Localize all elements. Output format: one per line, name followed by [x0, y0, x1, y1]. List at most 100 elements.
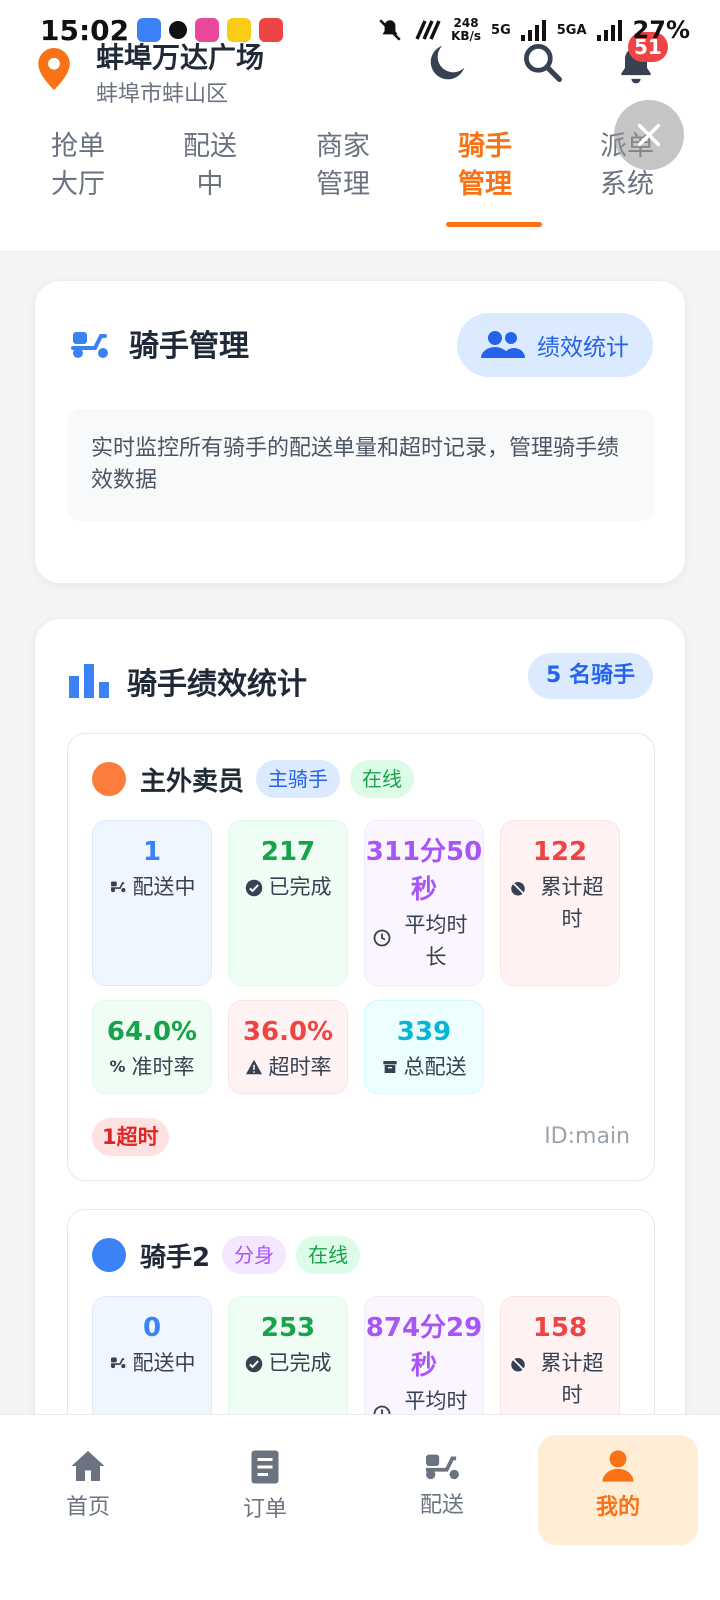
bar-chart-icon [69, 664, 109, 698]
stat-completed: 217 已完成 [228, 820, 348, 986]
description-text: 实时监控所有骑手的配送单量和超时记录，管理骑手绩效数据 [91, 436, 620, 493]
archive-box-icon [382, 1061, 397, 1073]
stat-ontime-rate: 64.0% % 准时率 [92, 1000, 212, 1094]
signal-bars-icon [520, 20, 546, 41]
person-icon [602, 1450, 634, 1482]
receipt-icon [251, 1450, 279, 1484]
check-circle-icon [245, 879, 262, 897]
home-icon [71, 1451, 105, 1481]
card-title: 骑手管理 [129, 329, 249, 364]
warning-icon [245, 1059, 262, 1075]
stat-value: 874分29秒 [365, 1313, 483, 1381]
scooter-icon [426, 1454, 459, 1480]
stat-value: 1 [142, 837, 162, 867]
notification-app-icon [259, 18, 284, 42]
rider-status-tag: 在线 [350, 760, 415, 798]
scooter-icon [110, 881, 125, 893]
tab-label: 骑手 管理 [458, 131, 512, 200]
rider-management-card: 骑手管理 绩效统计 实时监控所有骑手的配送单量和超时记录，管理骑手绩效数据 [34, 280, 686, 584]
tab-label: 配送 中 [183, 131, 237, 200]
stat-label: 累计超时 [540, 1351, 604, 1407]
stat-value: 0 [142, 1313, 162, 1343]
stat-value: 64.0% [106, 1017, 198, 1047]
card-title: 骑手绩效统计 [127, 667, 307, 702]
rider-id: ID:main [544, 1124, 630, 1149]
active-tab-indicator [446, 222, 542, 227]
stat-delivering: 1 配送中 [92, 820, 212, 986]
floating-close-button[interactable] [614, 100, 684, 170]
signal-label: 5GA [556, 22, 587, 38]
location-district: 蚌埠市蚌山区 [96, 82, 229, 107]
status-clock: 15:02 [40, 13, 130, 47]
nav-profile[interactable]: 我的 [538, 1435, 698, 1545]
stat-label: 超时率 [268, 1055, 332, 1079]
nav-delivery[interactable]: 配送 [362, 1435, 522, 1545]
description-box: 实时监控所有骑手的配送单量和超时记录，管理骑手绩效数据 [67, 409, 655, 521]
close-icon [637, 123, 661, 147]
nav-label: 我的 [595, 1495, 640, 1520]
stat-value: 36.0% [242, 1017, 334, 1047]
nav-label: 订单 [242, 1497, 287, 1522]
tab-merchant-management[interactable]: 商家 管理 [293, 128, 393, 204]
rider-count-badge: 5 名骑手 [528, 653, 653, 699]
tab-delivering[interactable]: 配送 中 [160, 128, 260, 204]
stat-value: 253 [260, 1313, 316, 1343]
stat-total-timeouts: 122 累计超时 [500, 820, 620, 986]
tab-label: 抢单 大厅 [51, 131, 105, 200]
users-icon [481, 331, 525, 358]
alarm-off-icon [510, 880, 526, 896]
notification-app-icon [227, 18, 252, 42]
stat-label: 总配送 [403, 1055, 467, 1079]
tab-grab-orders[interactable]: 抢单 大厅 [28, 128, 128, 204]
rider-role-tag: 主骑手 [256, 760, 341, 798]
rider-name: 骑手2 [140, 1242, 211, 1273]
performance-stats-label: 绩效统计 [537, 335, 629, 361]
bottom-navigation: 首页 订单 配送 我的 [0, 1414, 720, 1600]
scooter-icon [110, 1357, 125, 1369]
stat-total-deliveries: 339 总配送 [364, 1000, 484, 1094]
network-speed-value: 248 [453, 16, 479, 30]
stat-label: 已完成 [268, 1351, 332, 1375]
alarm-off-icon [510, 1356, 526, 1372]
stat-value: 339 [396, 1017, 452, 1047]
stat-label: 配送中 [132, 1351, 196, 1375]
rider-role-tag: 分身 [222, 1236, 287, 1274]
notification-app-icon [195, 18, 220, 42]
rider-card[interactable]: 主外卖员 主骑手 在线 1 配送中 217 已完成 311分50秒 平均时长 1… [67, 733, 655, 1181]
tab-label: 商家 管理 [316, 131, 370, 200]
stat-average-time: 311分50秒 平均时长 [364, 820, 484, 986]
stat-label: 平均时长 [404, 913, 468, 969]
battery-percent: 27% [632, 16, 690, 44]
scooter-icon [71, 332, 108, 358]
nav-label: 配送 [419, 1493, 464, 1518]
nav-orders[interactable]: 订单 [185, 1435, 345, 1545]
network-speed-unit: KB/s [451, 29, 482, 43]
current-timeout-tag: 1超时 [92, 1118, 169, 1156]
nav-label: 首页 [65, 1495, 110, 1520]
stat-value: 311分50秒 [365, 837, 483, 905]
notification-app-icon [137, 18, 162, 42]
notification-app-icon [169, 21, 188, 39]
stat-label: 准时率 [131, 1055, 195, 1079]
stat-value: 122 [532, 837, 588, 867]
rider-avatar-dot [92, 1238, 126, 1272]
stat-timeout-rate: 36.0% 超时率 [228, 1000, 348, 1094]
nfc-icon [415, 20, 441, 40]
nav-home[interactable]: 首页 [8, 1435, 168, 1545]
rider-avatar-dot [92, 762, 126, 796]
status-bar: 15:02 248 KB/s 5G 5GA 27% [0, 0, 720, 60]
percent-icon: % [109, 1057, 126, 1076]
mute-bell-icon [379, 19, 401, 41]
network-speed: 248 KB/s [451, 17, 481, 43]
stat-label: 已完成 [268, 875, 332, 899]
rider-name: 主外卖员 [140, 766, 245, 797]
stat-value: 217 [260, 837, 316, 867]
tab-bar: 抢单 大厅 配送 中 商家 管理 骑手 管理 派单 系统 [0, 128, 720, 227]
signal-label: 5G [491, 22, 511, 38]
rider-status-tag: 在线 [296, 1236, 361, 1274]
tab-rider-management[interactable]: 骑手 管理 [435, 128, 535, 204]
performance-stats-button[interactable]: 绩效统计 [457, 313, 653, 377]
stat-label: 配送中 [132, 875, 196, 899]
signal-bars-icon [596, 20, 622, 41]
clock-icon [373, 929, 391, 947]
